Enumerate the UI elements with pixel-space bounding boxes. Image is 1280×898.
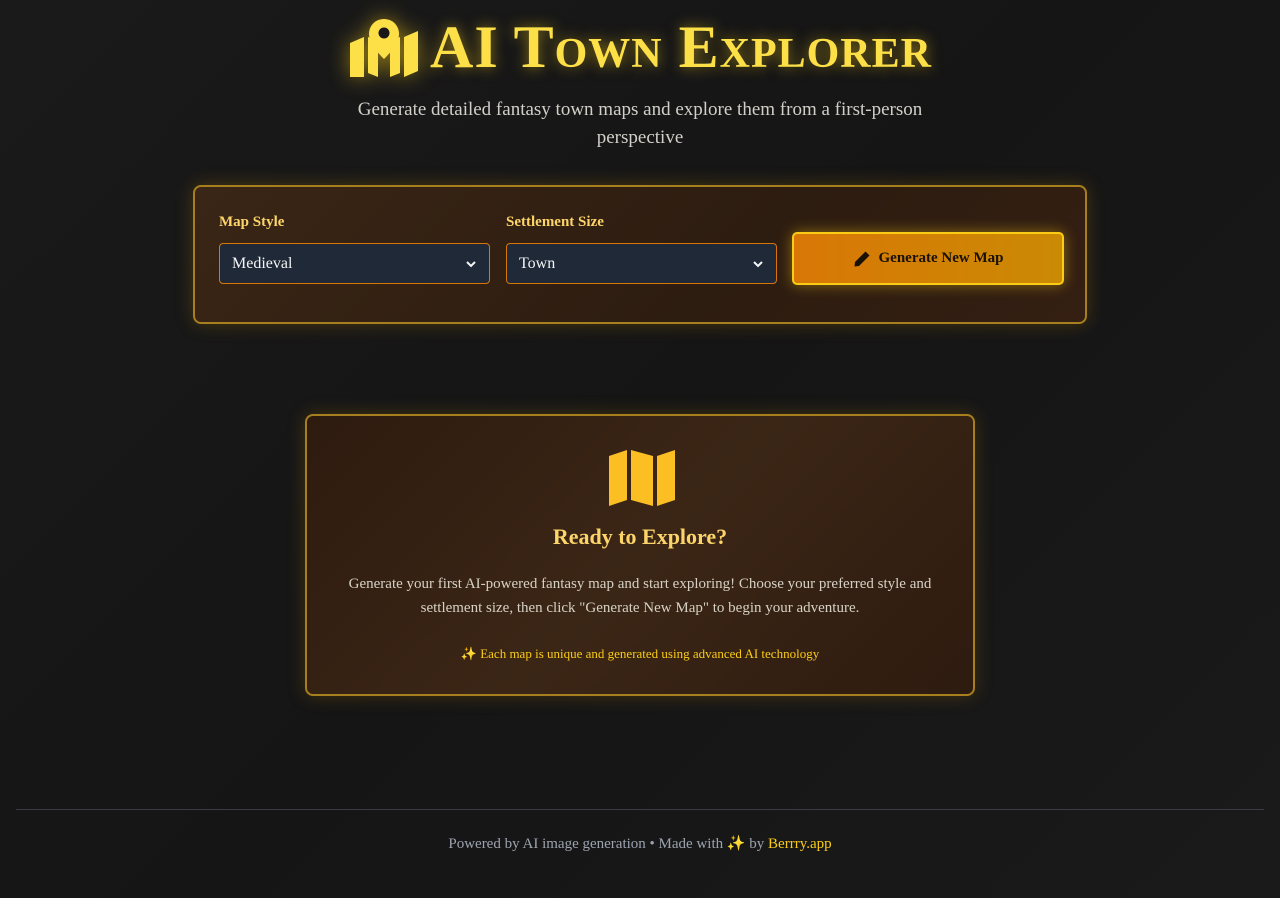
controls-panel: Map Style Medieval Settlement Size Town … [193, 185, 1087, 324]
ready-card: Ready to Explore? Generate your first AI… [305, 414, 975, 696]
footer-divider [16, 809, 1264, 810]
header: AI Town Explorer [0, 10, 1280, 84]
chevron-down-icon [753, 260, 763, 267]
settlement-size-select[interactable]: Town [506, 243, 777, 284]
map-style-label: Map Style [219, 214, 285, 230]
ready-card-title: Ready to Explore? [552, 524, 728, 549]
settlement-size-value: Town [519, 254, 556, 272]
chevron-down-icon [466, 260, 476, 267]
footer-text: Powered by AI image generation • Made wi… [448, 836, 765, 852]
pencil-icon [854, 251, 870, 266]
settlement-size-label: Settlement Size [506, 214, 604, 230]
map-icon [609, 450, 675, 506]
generate-map-label: Generate New Map [878, 250, 1004, 266]
map-location-icon [350, 19, 418, 77]
page-subtitle: Generate detailed fantasy town maps and … [357, 99, 923, 148]
ready-card-note: ✨ Each map is unique and generated using… [460, 646, 820, 661]
page: AI Town Explorer Generate detailed fanta… [0, 0, 1280, 898]
footer-link[interactable]: Berrry.app [768, 836, 832, 852]
map-style-value: Medieval [232, 254, 293, 272]
ready-card-description: Generate your first AI-powered fantasy m… [348, 576, 932, 616]
generate-map-button[interactable]: Generate New Map [792, 232, 1064, 285]
footer: Powered by AI image generation • Made wi… [0, 834, 1280, 853]
map-style-select[interactable]: Medieval [219, 243, 490, 284]
page-title: AI Town Explorer [430, 14, 932, 80]
